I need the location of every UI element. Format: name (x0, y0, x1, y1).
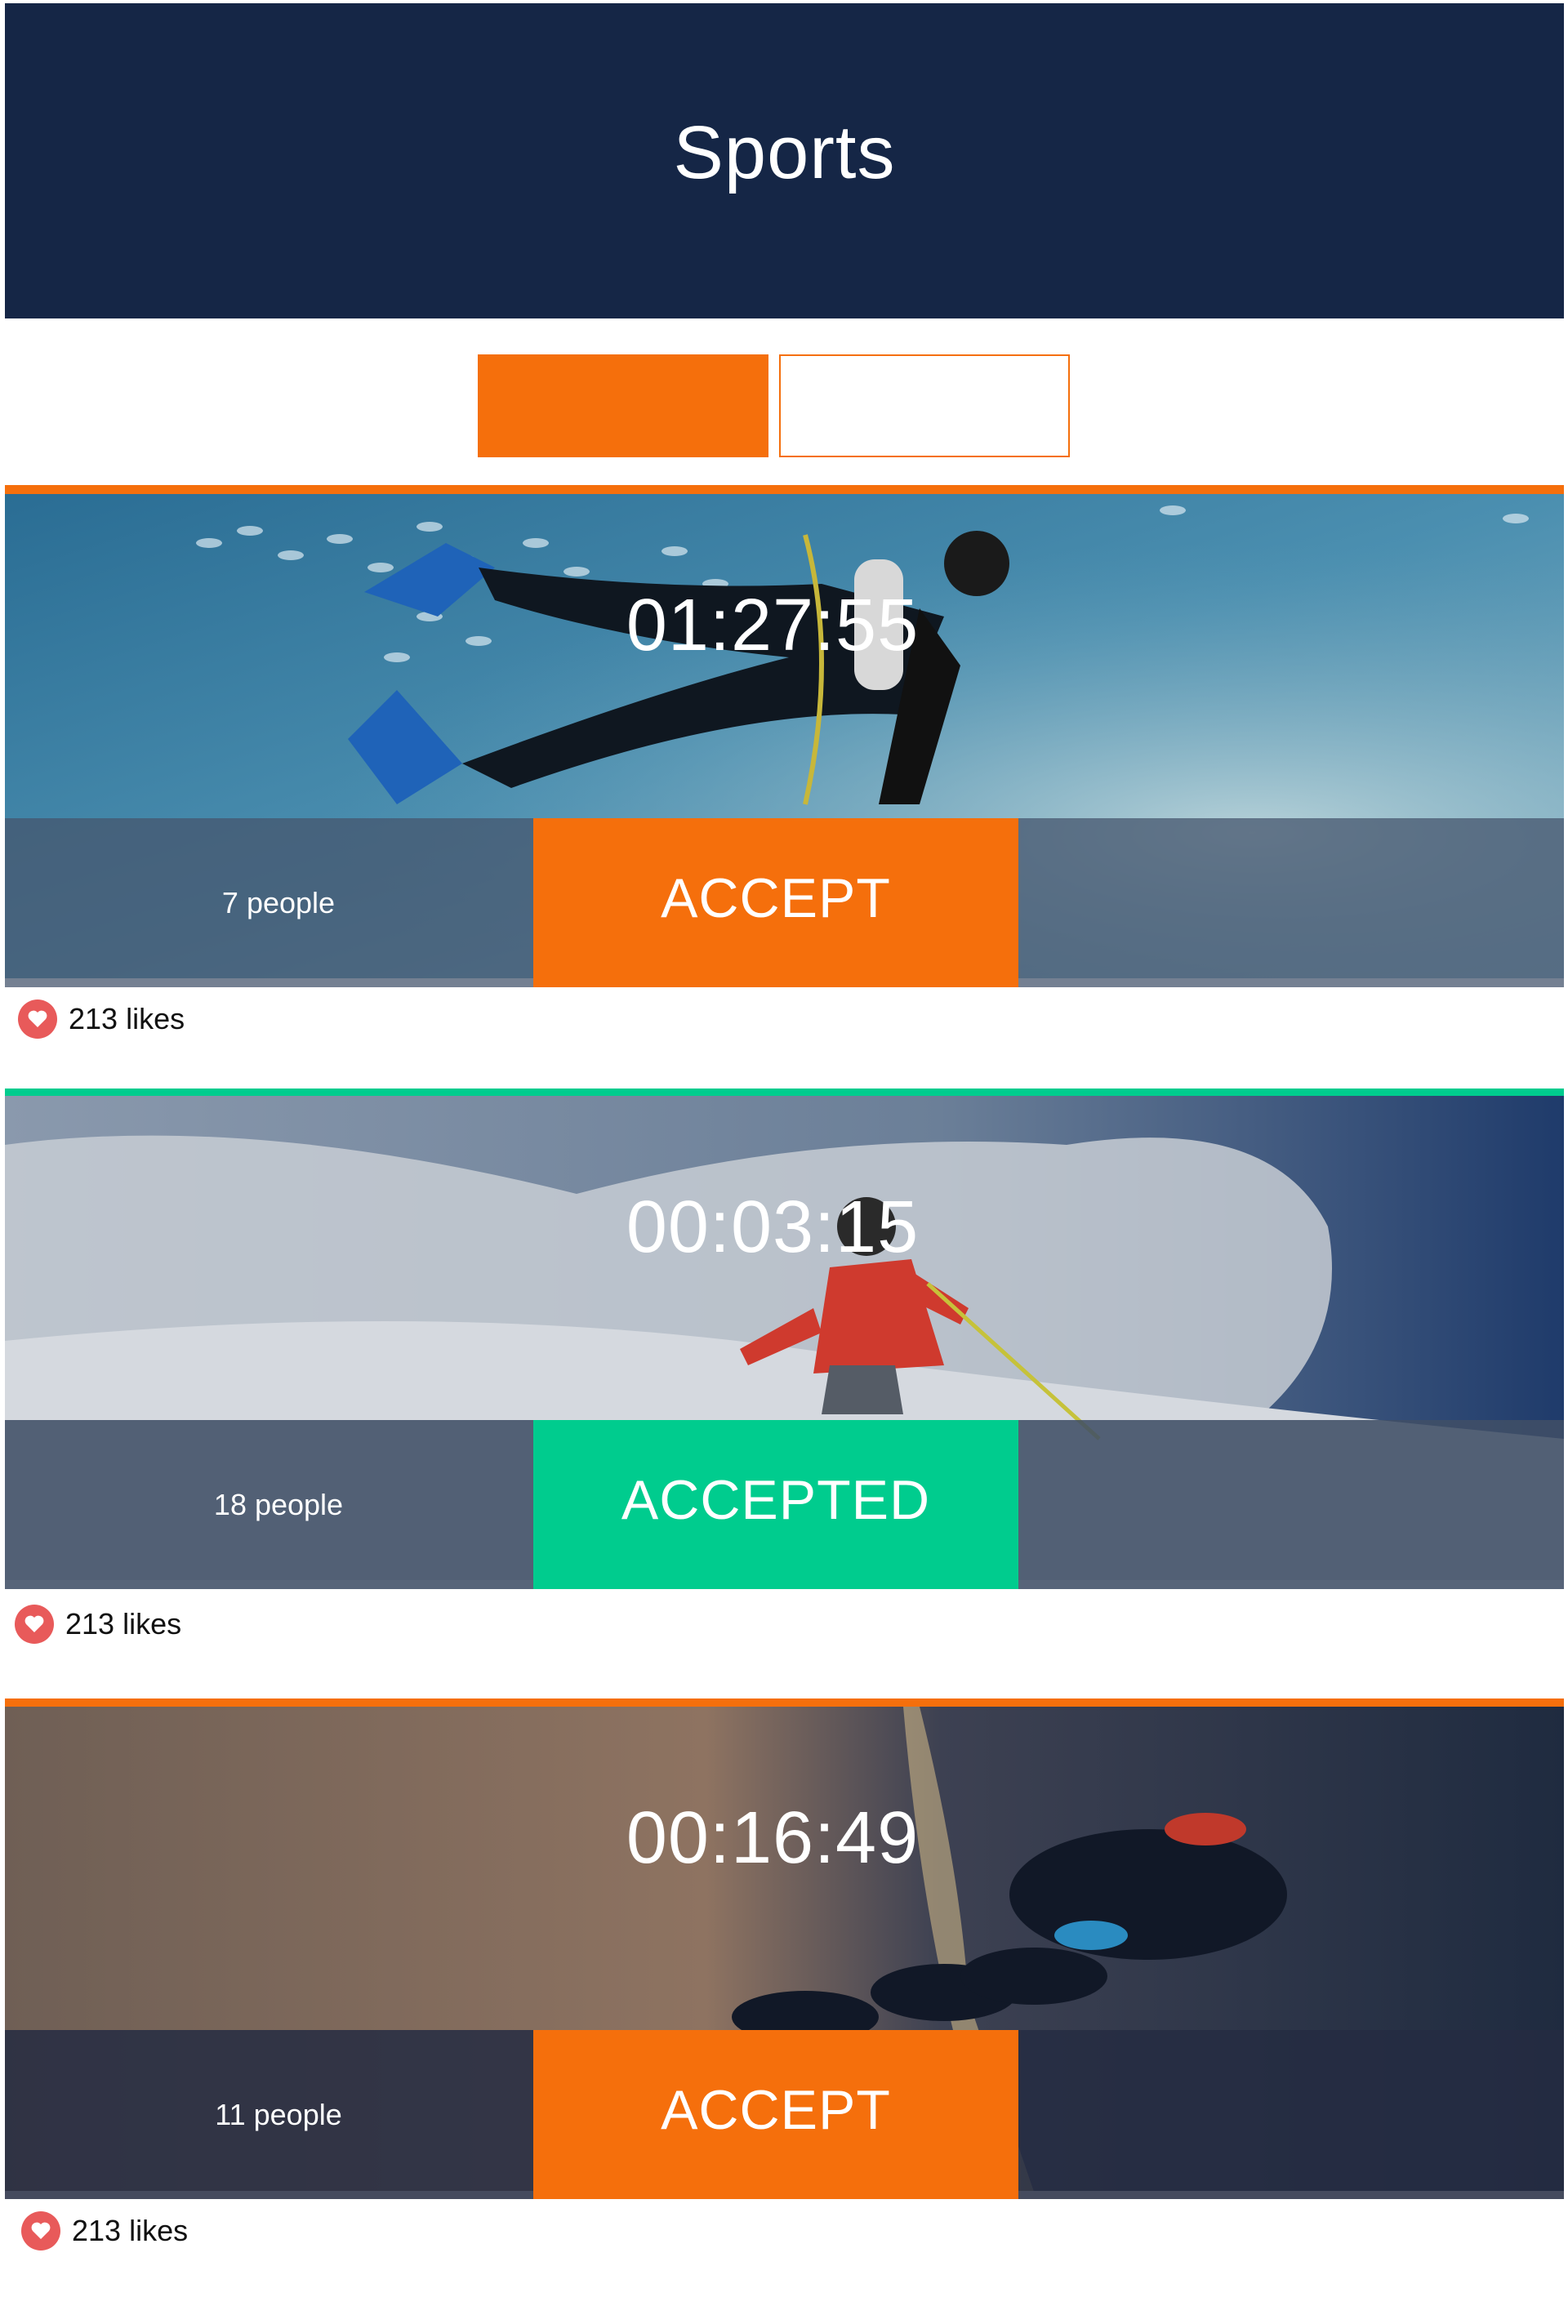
participants-count: 7 people (221, 886, 336, 919)
countdown-timer: 00:03:15 (626, 1186, 920, 1268)
likes-row: 213 likes (21, 2211, 188, 2251)
countdown-timer: 01:27:55 (626, 585, 920, 666)
participants-count: 11 people (215, 2098, 342, 2131)
event-card: 00:16:49 11 people ACCEPT 213 likes (5, 1698, 1564, 2286)
card-accent-line (5, 1089, 1564, 1096)
card-action-bar: 11 people ACCEPT (5, 2030, 1564, 2199)
card-action-bar: 18 people ACCEPTED (5, 1420, 1564, 1589)
likes-count: 213 likes (69, 1002, 185, 1035)
event-card: 01:27:55 7 people ACCEPT 213 likes (5, 485, 1564, 1073)
event-card: 00:03:15 18 people ACCEPTED 213 likes (5, 1089, 1564, 1676)
accepted-button[interactable]: ACCEPTED (533, 1420, 1018, 1589)
card-accent-line (5, 485, 1564, 494)
accept-button[interactable]: ACCEPT (533, 818, 1018, 987)
countdown-timer: 00:16:49 (626, 1797, 920, 1879)
tab-second[interactable] (779, 354, 1070, 457)
card-accent-line (5, 1698, 1564, 1707)
likes-row: 213 likes (15, 1605, 181, 1644)
page-title: Sports (673, 110, 896, 194)
participants-count: 18 people (213, 1488, 344, 1521)
heart-icon[interactable] (18, 999, 57, 1039)
card-action-bar: 7 people ACCEPT (5, 818, 1564, 987)
heart-icon[interactable] (15, 1605, 54, 1644)
page-header: Sports (5, 3, 1564, 318)
tab-first-selected[interactable] (478, 354, 768, 457)
likes-count: 213 likes (72, 2214, 189, 2247)
likes-count: 213 likes (65, 1607, 182, 1641)
accept-button[interactable]: ACCEPT (533, 2030, 1018, 2199)
heart-icon[interactable] (21, 2211, 60, 2251)
likes-row: 213 likes (18, 999, 185, 1039)
sports-page: Sports 01:27:55 7 people ACCEPT 213 like… (0, 0, 1568, 2324)
